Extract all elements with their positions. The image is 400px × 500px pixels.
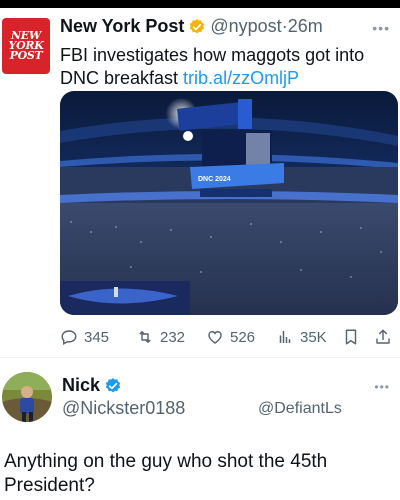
reply-avatar[interactable] [2,372,52,422]
author-handle[interactable]: @nypost [210,16,281,37]
nypost-avatar[interactable]: NEW YORK POST [2,18,50,74]
retweet-button[interactable]: 232 [136,328,185,346]
watermark-mention: @DefiantLs [258,400,342,417]
avatar-text-line-3: POST [9,49,43,62]
tweet-actions: 345 232 526 35K [60,328,400,352]
views-icon [279,331,291,343]
avatar-photo [2,372,52,422]
like-icon [208,331,222,344]
share-icon [376,329,390,344]
divider [0,357,400,358]
time-ago[interactable]: 26m [288,16,323,37]
reply-count: 345 [84,328,110,346]
views-count: 35K [300,328,327,346]
reply-author-name[interactable]: Nick [62,375,126,396]
media-banner-text: DNC 2024 [198,176,231,183]
reply-name-text: Nick [62,375,101,395]
tweet-header: New York Post @nypost · 26m [60,16,323,37]
bookmark-icon [345,329,357,345]
reply-author-handle[interactable]: @Nickster0188 [62,398,185,419]
like-button[interactable]: 526 [206,328,255,346]
tweet-nypost[interactable]: NEW YORK POST New York Post @nypost · 26… [0,8,400,356]
author-name[interactable]: New York Post [60,16,184,37]
more-icon[interactable]: ••• [372,20,390,36]
gold-verified-badge-icon [188,18,206,36]
more-icon[interactable]: ••• [374,380,390,394]
tweet-link[interactable]: trib.al/zzOmljP [183,68,299,88]
reply-button[interactable]: 345 [60,328,109,346]
arena-photo: DNC 2024 [60,91,398,315]
share-button[interactable] [374,328,398,346]
views-button[interactable]: 35K [276,328,327,346]
reply-icon [61,330,77,345]
bookmark-button[interactable] [342,328,366,346]
retweet-count: 232 [160,328,186,346]
top-bar [0,0,400,8]
like-count: 526 [230,328,256,346]
reply-text: Anything on the guy who shot the 45th Pr… [4,451,328,496]
blue-verified-badge-icon [104,377,122,395]
tweet-media-image[interactable]: DNC 2024 [60,91,398,315]
tweet-text: FBI investigates how maggots got into DN… [60,44,395,90]
retweet-icon [139,331,151,343]
